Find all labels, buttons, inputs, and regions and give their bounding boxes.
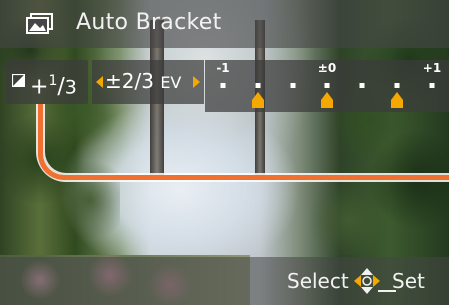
scale-label-plus: +1 bbox=[422, 61, 442, 75]
exposure-scale: -1 ±0 +1 bbox=[205, 60, 449, 112]
scale-label-minus: -1 bbox=[216, 61, 230, 75]
scale-tick bbox=[429, 83, 435, 88]
step-text: ±2/3 EV bbox=[105, 69, 181, 93]
page-title: Auto Bracket bbox=[76, 10, 222, 35]
step-selector[interactable]: ±2/3 EV bbox=[92, 60, 204, 104]
bracket-value-prefix: + bbox=[30, 74, 49, 100]
camera-screen: Auto Bracket +1/3 ±2/3 EV -1 ±0 +1 Selec… bbox=[0, 0, 449, 305]
select-label: Select bbox=[287, 269, 349, 293]
bracket-marker-icon bbox=[252, 92, 264, 108]
bracket-value-denominator: 3 bbox=[64, 76, 77, 99]
step-value: ±2/3 bbox=[105, 69, 154, 93]
scale-tick bbox=[290, 83, 296, 88]
exposure-icon bbox=[12, 74, 25, 87]
footer-bar: Select Set bbox=[0, 257, 449, 305]
scale-tick bbox=[359, 83, 365, 88]
scale-tick bbox=[324, 83, 330, 88]
auto-bracket-icon bbox=[26, 13, 53, 34]
arrow-left-icon[interactable] bbox=[96, 76, 103, 88]
bracket-value: +1/3 bbox=[30, 66, 77, 102]
bracket-marker-icon bbox=[321, 92, 333, 108]
bracket-marker-icon bbox=[391, 92, 403, 108]
scale-label-zero: ±0 bbox=[317, 61, 337, 75]
bracket-value-slash: / bbox=[57, 74, 65, 100]
scale-tick bbox=[394, 83, 400, 88]
title-bar: Auto Bracket bbox=[0, 0, 449, 48]
bracket-value-box: +1/3 bbox=[6, 60, 88, 104]
set-label: Set bbox=[392, 269, 425, 293]
scale-tick bbox=[220, 83, 226, 88]
arrow-right-icon[interactable] bbox=[193, 76, 200, 88]
highlight-line bbox=[38, 104, 449, 180]
scale-tick bbox=[255, 83, 261, 88]
step-unit: EV bbox=[160, 73, 182, 92]
